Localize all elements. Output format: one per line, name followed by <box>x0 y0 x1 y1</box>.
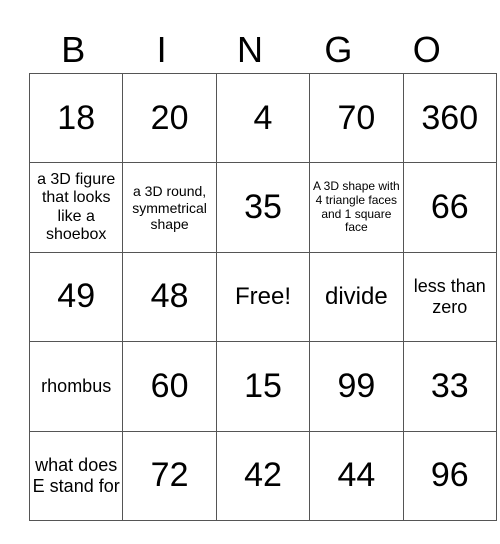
bingo-cell[interactable]: a 3D figure that looks like a shoebox <box>28 162 124 253</box>
header-letter-g: G <box>324 29 353 70</box>
bingo-grid: 18 20 4 70 360 a 3D figure that looks like a … <box>28 72 497 521</box>
bingo-cell[interactable]: less than zero <box>402 251 497 343</box>
header-letter-o: O <box>412 29 441 70</box>
grid-row: a 3D figure that looks like a shoebox a 3… <box>28 162 497 253</box>
bingo-cell[interactable]: 66 <box>402 162 497 253</box>
bingo-cell[interactable]: 60 <box>122 341 217 432</box>
bingo-header: B I N G O <box>29 28 471 72</box>
bingo-cell[interactable]: divide <box>309 251 404 343</box>
bingo-cell[interactable]: 70 <box>309 72 404 164</box>
bingo-cell[interactable]: what does E stand for <box>28 430 124 521</box>
bingo-cell[interactable]: A 3D shape with 4 triangle faces and 1 s… <box>309 162 404 253</box>
bingo-cell[interactable]: rhombus <box>28 341 124 432</box>
header-letter-i: I <box>156 29 167 70</box>
bingo-cell[interactable]: 99 <box>309 341 404 432</box>
bingo-cell[interactable]: 35 <box>215 162 311 253</box>
bingo-cell[interactable]: 48 <box>122 251 217 343</box>
grid-row: what does E stand for 72 42 44 96 <box>28 430 497 521</box>
bingo-cell[interactable]: 15 <box>215 341 311 432</box>
bingo-cell[interactable]: 42 <box>215 430 311 521</box>
bingo-cell[interactable]: 49 <box>28 251 124 343</box>
header-letter-n: N <box>236 29 263 70</box>
bingo-cell[interactable]: a 3D round, symmetrical shape <box>122 162 217 253</box>
header-letter-b: B <box>61 29 86 70</box>
grid-row: 18 20 4 70 360 <box>28 72 497 164</box>
bingo-cell[interactable]: 4 <box>215 72 311 164</box>
bingo-cell[interactable]: 96 <box>402 430 497 521</box>
bingo-cell[interactable]: 20 <box>122 72 217 164</box>
grid-row: rhombus 60 15 99 33 <box>28 341 497 432</box>
bingo-cell[interactable]: 44 <box>309 430 404 521</box>
grid-row: 49 48 Free! divide less than zero <box>28 251 497 343</box>
bingo-cell[interactable]: 360 <box>402 72 497 164</box>
bingo-cell[interactable]: 33 <box>402 341 497 432</box>
bingo-cell[interactable]: Free! <box>215 251 311 343</box>
bingo-cell[interactable]: 18 <box>28 72 124 164</box>
bingo-cell[interactable]: 72 <box>122 430 217 521</box>
